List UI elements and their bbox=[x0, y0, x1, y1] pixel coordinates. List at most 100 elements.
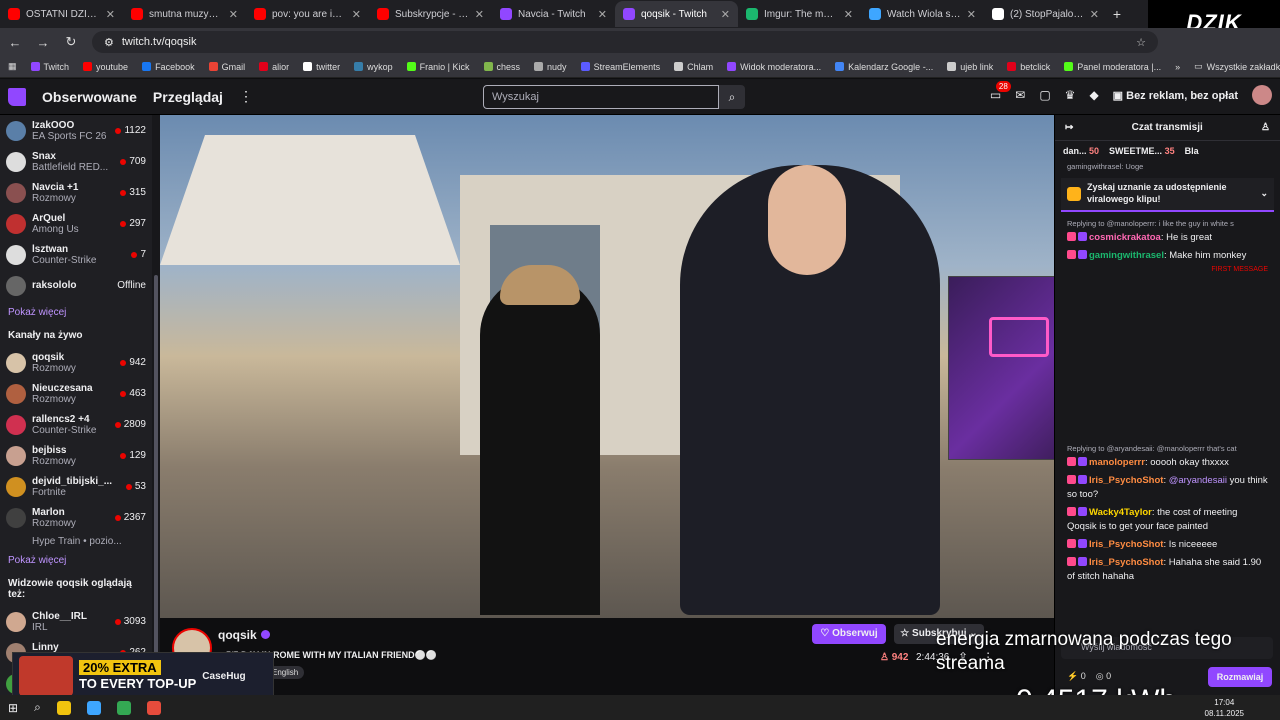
chevron-down-icon[interactable]: ⌄ bbox=[1260, 188, 1268, 200]
file-explorer-icon[interactable] bbox=[56, 700, 71, 715]
sidebar-channel[interactable]: lsztwan Counter-Strike 7 bbox=[0, 239, 152, 270]
notifications-icon[interactable]: ▭ 28 bbox=[990, 81, 1011, 102]
site-info-icon[interactable]: ⚙ bbox=[104, 36, 114, 49]
sidebar-channel[interactable]: Navcia +1 Rozmowy 315 bbox=[0, 177, 152, 208]
browser-tab[interactable]: qoqsik - Twitch ✕ bbox=[615, 1, 738, 27]
browser-tab[interactable]: smutna muzyka robl ✕ bbox=[123, 1, 246, 27]
chat-username[interactable]: Iris_PsychoShot bbox=[1089, 557, 1163, 568]
gift-entry[interactable]: Bla bbox=[1185, 146, 1199, 156]
tab-close-icon[interactable]: ✕ bbox=[967, 8, 976, 21]
bookmark-item[interactable]: Widok moderatora... bbox=[727, 62, 821, 72]
tab-close-icon[interactable]: ✕ bbox=[844, 8, 853, 21]
chat-username[interactable]: cosmickrakatoa bbox=[1089, 232, 1161, 243]
sidebar-channel[interactable]: rallencs2 +4 Counter-Strike 2809 bbox=[0, 409, 152, 440]
bookmark-item[interactable]: twitter bbox=[303, 62, 340, 72]
browser-tab[interactable]: Imgur: The magic of t ✕ bbox=[738, 1, 861, 27]
whispers-icon[interactable]: ▢ bbox=[1039, 88, 1050, 102]
gift-entry[interactable]: SWEETME... 35 bbox=[1109, 146, 1175, 156]
bookmark-item[interactable]: Twitch bbox=[30, 62, 69, 72]
bookmark-item[interactable]: Gmail bbox=[208, 62, 245, 72]
bookmark-item[interactable]: alior bbox=[259, 62, 289, 72]
chat-users-icon[interactable]: ♙ bbox=[1261, 122, 1270, 133]
bookmark-item[interactable]: Chlam bbox=[674, 62, 713, 72]
show-more-live[interactable]: Pokaż więcej bbox=[0, 549, 152, 572]
chat-username[interactable]: Wacky4Taylor bbox=[1089, 507, 1152, 518]
tab-close-icon[interactable]: ✕ bbox=[106, 8, 115, 21]
search-icon[interactable]: ⌕ bbox=[719, 85, 745, 109]
sidebar-channel[interactable]: Marlon Rozmowy 2367 bbox=[0, 502, 152, 533]
url-field[interactable]: ⚙ twitch.tv/qoqsik ☆ bbox=[92, 31, 1158, 53]
sidebar-channel[interactable]: Chloe__IRL IRL 3093 bbox=[0, 606, 152, 637]
tab-close-icon[interactable]: ✕ bbox=[352, 8, 361, 21]
search-taskbar-icon[interactable]: ⌕ bbox=[34, 700, 41, 715]
user-avatar[interactable] bbox=[1252, 85, 1272, 105]
bookmark-star-icon[interactable]: ☆ bbox=[1136, 36, 1146, 49]
chat-username[interactable]: Iris_PsychoShot bbox=[1089, 475, 1163, 486]
sidebar-channel[interactable]: bejbiss Rozmowy 129 bbox=[0, 440, 152, 471]
streamer-name[interactable]: qoqsik bbox=[218, 628, 270, 642]
sidebar-channel[interactable]: raksololo Offline bbox=[0, 270, 152, 301]
chrome-taskbar-icon[interactable] bbox=[116, 700, 131, 715]
tab-close-icon[interactable]: ✕ bbox=[721, 8, 730, 21]
sidebar-scrollbar[interactable] bbox=[152, 115, 160, 695]
reload-icon[interactable]: ↻ bbox=[64, 34, 78, 50]
clip-share-prompt[interactable]: Zyskaj uznanie za udostępnienie viralowe… bbox=[1061, 178, 1274, 212]
all-bookmarks-button[interactable]: ▭ Wszystkie zakładki bbox=[1194, 61, 1280, 72]
apps-grid-icon[interactable]: ▦ bbox=[8, 61, 17, 72]
video-player[interactable] bbox=[160, 115, 1054, 618]
system-clock[interactable]: 17:04 08.11.2025 bbox=[1205, 697, 1244, 719]
bookmark-item[interactable]: youtube bbox=[83, 62, 128, 72]
inbox-icon[interactable]: ✉ bbox=[1015, 88, 1025, 102]
collapse-chat-icon[interactable]: ↦ bbox=[1065, 122, 1073, 133]
follow-button[interactable]: ♡ Obserwuj bbox=[812, 624, 886, 644]
tab-close-icon[interactable]: ✕ bbox=[598, 8, 607, 21]
sidebar-channel[interactable]: IzakOOO EA Sports FC 26 1122 bbox=[0, 115, 152, 146]
sidebar-channel[interactable]: dejvid_tibijski_... Fortnite 53 bbox=[0, 471, 152, 502]
bookmark-item[interactable]: ujeb link bbox=[947, 62, 993, 72]
bookmark-item[interactable]: StreamElements bbox=[580, 62, 660, 72]
browser-tab[interactable]: Navcia - Twitch ✕ bbox=[492, 1, 615, 27]
gift-entry[interactable]: dan... 50 bbox=[1063, 146, 1099, 156]
show-more-followed[interactable]: Pokaż więcej bbox=[0, 301, 152, 324]
sidebar-channel[interactable]: Nieuczesana Rozmowy 463 bbox=[0, 378, 152, 409]
sidebar-channel[interactable]: ArQuel Among Us 297 bbox=[0, 208, 152, 239]
chat-username[interactable]: gamingwithrasel bbox=[1089, 250, 1164, 261]
tab-close-icon[interactable]: ✕ bbox=[475, 8, 484, 21]
sidebar-channel[interactable]: Snax Battlefield RED... 709 bbox=[0, 146, 152, 177]
search-input[interactable]: Wyszukaj bbox=[483, 85, 719, 109]
chat-username[interactable]: manoloperrr bbox=[1089, 457, 1145, 468]
bookmark-item[interactable]: Panel moderatora |... bbox=[1064, 62, 1161, 72]
bookmarks-overflow-icon[interactable]: » bbox=[1175, 62, 1180, 72]
twitch-logo-icon[interactable] bbox=[8, 87, 26, 106]
sidebar-scroll-thumb[interactable] bbox=[154, 275, 158, 675]
back-icon[interactable]: ← bbox=[8, 35, 22, 50]
browser-tab[interactable]: Subskrypcje - YouTub ✕ bbox=[369, 1, 492, 27]
new-tab-button[interactable]: + bbox=[1107, 6, 1127, 22]
bookmark-item[interactable]: chess bbox=[483, 62, 520, 72]
app-taskbar-icon[interactable] bbox=[86, 700, 101, 715]
browser-tab[interactable]: pov: you are in club a ✕ bbox=[246, 1, 369, 27]
bookmark-item[interactable]: nudy bbox=[534, 62, 567, 72]
app2-taskbar-icon[interactable] bbox=[146, 700, 161, 715]
browser-tab[interactable]: Watch Wiola sigma | ✕ bbox=[861, 1, 984, 27]
browser-tab[interactable]: (2) StopPajalock w se ✕ bbox=[984, 1, 1107, 27]
bookmark-item[interactable]: Franio | Kick bbox=[406, 62, 470, 72]
tab-close-icon[interactable]: ✕ bbox=[229, 8, 238, 21]
prime-icon[interactable]: ♛ bbox=[1065, 88, 1076, 102]
browser-tab[interactable]: OSTATNI DZIEŃ MAL ✕ bbox=[0, 1, 123, 27]
bookmark-item[interactable]: betclick bbox=[1007, 62, 1050, 72]
forward-icon[interactable]: → bbox=[36, 35, 50, 50]
nav-browse[interactable]: Przeglądaj bbox=[153, 89, 223, 105]
windows-start-icon[interactable]: ⊞ bbox=[8, 701, 18, 715]
chat-username[interactable]: Iris_PsychoShot bbox=[1089, 539, 1163, 550]
casehug-ad-banner[interactable]: 20% EXTRA TO EVERY TOP-UP CaseHug bbox=[12, 652, 274, 700]
bookmark-item[interactable]: wykop bbox=[354, 62, 393, 72]
bookmark-item[interactable]: Facebook bbox=[142, 62, 195, 72]
tab-close-icon[interactable]: ✕ bbox=[1090, 8, 1099, 21]
chat-mention[interactable]: @aryandesaii bbox=[1169, 475, 1227, 486]
more-menu-icon[interactable]: ⋮ bbox=[239, 88, 253, 105]
sidebar-channel[interactable]: qoqsik Rozmowy 942 bbox=[0, 347, 152, 378]
bookmark-item[interactable]: Kalendarz Google -... bbox=[835, 62, 933, 72]
ad-free-button[interactable]: ▣ Bez reklam, bez opłat bbox=[1113, 89, 1238, 102]
nav-followed[interactable]: Obserwowane bbox=[42, 89, 137, 105]
